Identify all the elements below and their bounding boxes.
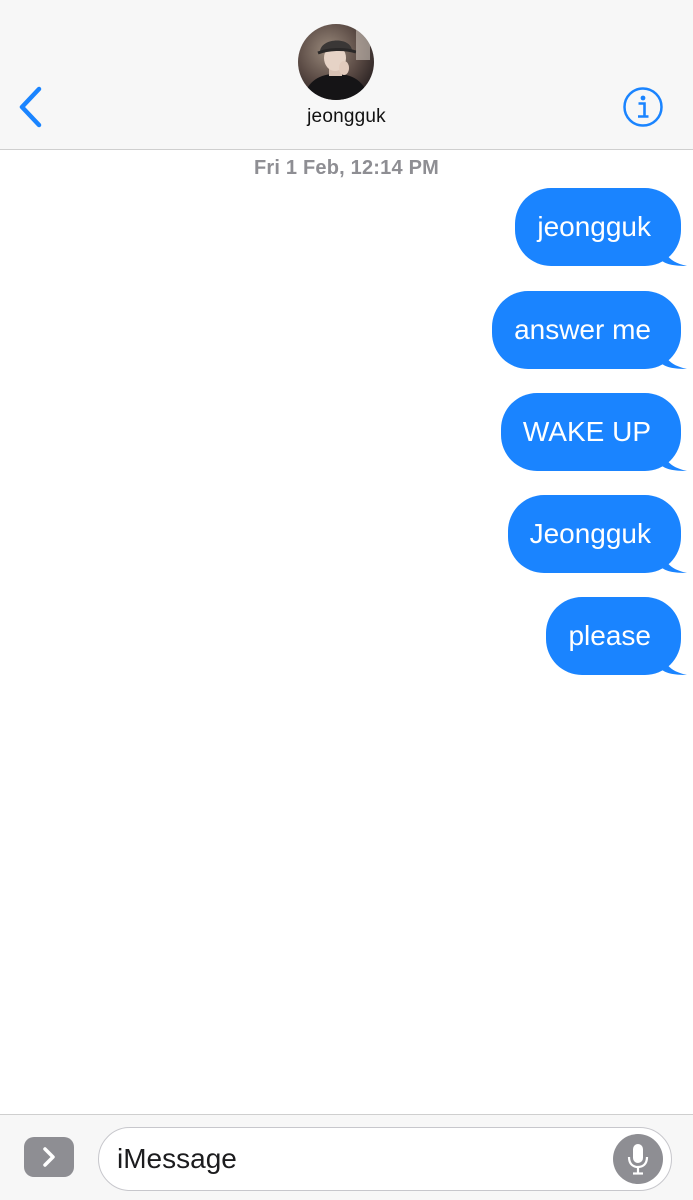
composer-bar: iMessage xyxy=(0,1114,693,1200)
message-input-placeholder: iMessage xyxy=(117,1143,237,1174)
bubble-tail xyxy=(661,647,687,675)
bubble-tail xyxy=(661,341,687,369)
message-row: Jeongguk xyxy=(507,495,687,573)
conversation-header: jeongguk xyxy=(0,0,693,150)
contact-name[interactable]: jeongguk xyxy=(0,106,693,128)
microphone-icon xyxy=(627,1144,649,1175)
message-timestamp: Fri 1 Feb, 12:14 PM xyxy=(254,157,439,179)
message-input[interactable]: iMessage xyxy=(98,1127,672,1191)
outgoing-message-bubble[interactable]: WAKE UP xyxy=(500,393,687,471)
info-icon xyxy=(623,87,663,127)
outgoing-message-bubble[interactable]: jeongguk xyxy=(515,188,687,266)
message-row: answer me xyxy=(492,291,687,369)
messages-screen: jeongguk Fri 1 Feb, 12:14 PM jeongguk an… xyxy=(0,0,693,1200)
apps-button[interactable] xyxy=(24,1137,74,1177)
outgoing-message-bubble[interactable]: please xyxy=(546,597,687,675)
bubble-tail xyxy=(661,238,687,266)
message-text: Jeongguk xyxy=(529,518,651,549)
message-text: please xyxy=(568,620,651,651)
dictation-button[interactable] xyxy=(613,1134,663,1184)
message-row: WAKE UP xyxy=(500,393,687,471)
chevron-right-icon xyxy=(43,1147,55,1167)
bubble-tail xyxy=(661,443,687,471)
message-text: WAKE UP xyxy=(522,416,651,447)
bubble-tail xyxy=(661,545,687,573)
message-row: please xyxy=(546,597,687,675)
message-text: jeongguk xyxy=(537,211,651,242)
outgoing-message-bubble[interactable]: Jeongguk xyxy=(507,495,687,573)
info-button[interactable] xyxy=(620,84,666,130)
contact-photo xyxy=(298,24,374,100)
outgoing-message-bubble[interactable]: answer me xyxy=(492,291,687,369)
message-text: answer me xyxy=(514,314,651,345)
contact-avatar[interactable] xyxy=(298,24,374,100)
message-row: jeongguk xyxy=(515,188,687,266)
